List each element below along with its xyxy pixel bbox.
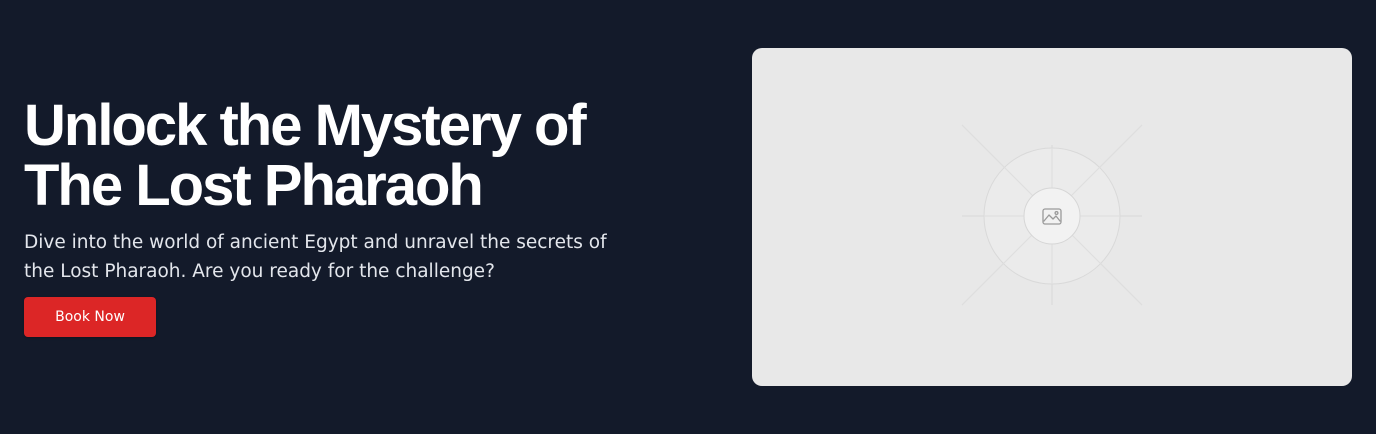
hero-subtitle: Dive into the world of ancient Egypt and… — [24, 232, 607, 282]
hero-title-line-2: The Lost Pharaoh — [24, 153, 484, 218]
hero-section: Unlock the Mystery of The Lost Pharaoh D… — [0, 0, 1376, 434]
book-now-button[interactable]: Book Now — [24, 297, 156, 337]
hero-text-block: Unlock the Mystery of The Lost Pharaoh D… — [24, 96, 644, 286]
placeholder-graphic — [961, 124, 1143, 306]
hero-image-placeholder — [752, 48, 1352, 386]
hero-title: Unlock the Mystery of The Lost Pharaoh — [24, 96, 644, 216]
hero-title-line-1: Unlock the Mystery of — [24, 93, 587, 158]
